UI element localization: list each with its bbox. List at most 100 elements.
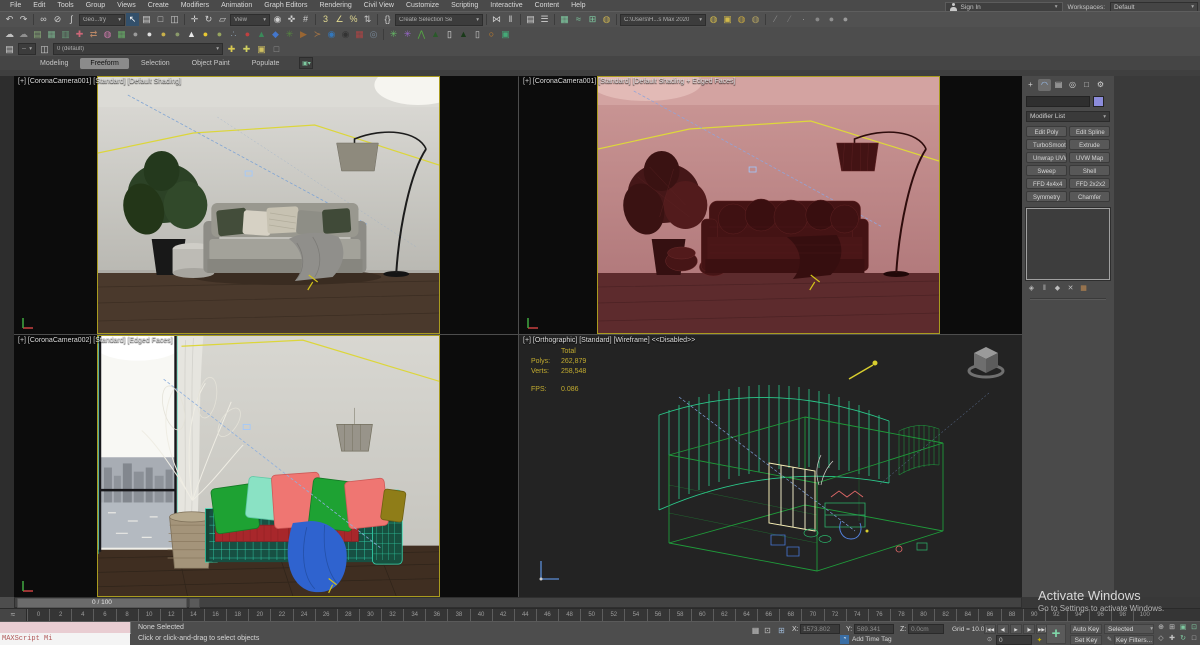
select-objects-in-layer-icon[interactable]: ▣ xyxy=(255,43,268,56)
time-tag-icon[interactable]: ◔ xyxy=(840,635,849,644)
flower-object-icon[interactable]: ✳ xyxy=(401,28,414,41)
zoom-all-icon[interactable]: ⊞ xyxy=(1167,623,1177,633)
spruce-object-icon[interactable]: ▲ xyxy=(457,28,470,41)
modify-tab-icon[interactable]: ◠ xyxy=(1038,79,1051,91)
swap-object-icon[interactable]: ⇄ xyxy=(87,28,100,41)
modifier-button-unwrap-uvw[interactable]: Unwrap UVW xyxy=(1026,152,1067,163)
modifier-button-extrude[interactable]: Extrude xyxy=(1069,139,1110,150)
layer-explorer-toggle-icon[interactable]: ☰ xyxy=(538,13,551,26)
modifier-button-turbosmooth[interactable]: TurboSmooth xyxy=(1026,139,1067,150)
sun-object-icon[interactable]: ● xyxy=(199,28,212,41)
utilities-tab-icon[interactable]: ⚙ xyxy=(1094,79,1107,91)
viewport-label[interactable]: [+] [CoronaCamera001] [Standard] [Defaul… xyxy=(523,78,735,85)
add-time-tag-label[interactable]: Add Time Tag xyxy=(852,636,892,643)
viewcube-icon[interactable] xyxy=(964,341,1008,381)
display-tab-icon[interactable]: □ xyxy=(1080,79,1093,91)
modifier-button-symmetry[interactable]: Symmetry xyxy=(1026,191,1067,202)
modifier-button-edit-poly[interactable]: Edit Poly xyxy=(1026,126,1067,137)
viewport-top-right[interactable]: [+] [CoronaCamera001] [Standard] [Defaul… xyxy=(519,76,1022,334)
ribbon-tab-freeform[interactable]: Freeform xyxy=(80,57,129,69)
render-flyout-disabled-icon[interactable]: ⁄ xyxy=(769,13,782,26)
motion-tab-icon[interactable]: ◎ xyxy=(1066,79,1079,91)
maximize-viewport-toggle-icon[interactable]: □ xyxy=(1189,634,1199,644)
object-name-field[interactable] xyxy=(1026,96,1090,107)
maxscript-mini-listener[interactable]: MAXScript Mi xyxy=(0,633,130,645)
select-and-link-icon[interactable]: ∞ xyxy=(37,13,50,26)
bind-to-space-warp-icon[interactable]: ∫ xyxy=(65,13,78,26)
modifier-button-uvw-map[interactable]: UVW Map xyxy=(1069,152,1110,163)
viewport-top-left[interactable]: [+] [CoronaCamera001] [Standard] [Defaul… xyxy=(14,76,518,334)
viewport-label[interactable]: [+] [CoronaCamera002] [Standard] [Edged … xyxy=(18,337,173,344)
ribbon-overflow-icon[interactable]: ▣▾ xyxy=(299,57,314,69)
viewport-label[interactable]: [+] [CoronaCamera001] [Standard] [Defaul… xyxy=(18,78,181,85)
field-of-view-icon[interactable]: ◇ xyxy=(1156,634,1166,644)
x-coordinate-field[interactable]: 1573.802 xyxy=(800,624,840,634)
bulb-object-icon[interactable]: ✳ xyxy=(387,28,400,41)
selection-lock-icon[interactable]: ⊡ xyxy=(762,625,773,636)
key-icon[interactable]: ✦ xyxy=(1034,635,1045,645)
set-keys-button[interactable]: + xyxy=(1046,624,1066,644)
curve-editor-icon[interactable]: ≈ xyxy=(572,13,585,26)
render-sphere-small-icon[interactable]: ● xyxy=(811,13,824,26)
ribbon-toggle-icon[interactable]: ▦ xyxy=(558,13,571,26)
menu-item-rendering[interactable]: Rendering xyxy=(313,2,357,9)
layer-visibility-icon[interactable]: ◫ xyxy=(38,43,51,56)
time-slider-handle[interactable]: 0 / 100 xyxy=(17,597,187,608)
render-setup-icon[interactable]: ◍ xyxy=(707,13,720,26)
menu-item-content[interactable]: Content xyxy=(529,2,566,9)
configure-modifier-sets-icon[interactable]: ▦ xyxy=(1078,283,1089,294)
key-selection-dropdown[interactable]: Selected ▾ xyxy=(1104,624,1154,634)
leaf-object-icon[interactable]: ✳ xyxy=(283,28,296,41)
track-bar[interactable]: ≈ 0 2 4 6 8 10 12 14 16 18 20 22 24 26 28 30 32 34 36 38 40 4… xyxy=(0,608,1200,621)
tiles-object-icon[interactable]: ▦ xyxy=(115,28,128,41)
cloud-object-icon[interactable]: ☁ xyxy=(3,28,16,41)
menu-item-civil-view[interactable]: Civil View xyxy=(358,2,400,9)
menu-item-animation[interactable]: Animation xyxy=(215,2,258,9)
pan-icon[interactable]: ✚ xyxy=(1167,634,1177,644)
snaps-toggle-icon[interactable]: 3 xyxy=(319,13,332,26)
building-object-icon[interactable]: ▦ xyxy=(353,28,366,41)
screen-object-icon[interactable]: ▣ xyxy=(499,28,512,41)
panel-object-icon[interactable]: ▦ xyxy=(45,28,58,41)
select-object-icon[interactable]: ↖ xyxy=(126,13,139,26)
modifier-button-sweep[interactable]: Sweep xyxy=(1026,165,1067,176)
viewport-label[interactable]: [+] [Orthographic] [Standard] [Wireframe… xyxy=(523,337,695,344)
layer-mini-dropdown[interactable]: —▾ xyxy=(18,43,36,55)
sphere-olive-object-icon[interactable]: ● xyxy=(171,28,184,41)
ribbon-tab-modeling[interactable]: Modeling xyxy=(30,58,78,69)
remove-modifier-icon[interactable]: ✕ xyxy=(1065,283,1076,294)
scene-explorer-toggle-icon[interactable]: ▤ xyxy=(524,13,537,26)
render-dot-icon[interactable]: · xyxy=(797,13,810,26)
unlink-selection-icon[interactable]: ⊘ xyxy=(51,13,64,26)
key-mode-toggle-icon[interactable]: ⊙ xyxy=(984,635,995,645)
rectangular-selection-region-icon[interactable]: □ xyxy=(154,13,167,26)
render-production-icon[interactable]: ◍ xyxy=(735,13,748,26)
play-button[interactable]: ▶ xyxy=(1010,624,1022,634)
menu-item-views[interactable]: Views xyxy=(111,2,142,9)
cone-object-icon[interactable]: ▲ xyxy=(185,28,198,41)
show-end-result-icon[interactable]: ‖ xyxy=(1039,283,1050,294)
menu-item-interactive[interactable]: Interactive xyxy=(484,2,528,9)
menu-item-modifiers[interactable]: Modifiers xyxy=(175,2,215,9)
undo-icon[interactable]: ↶ xyxy=(3,13,16,26)
redo-icon[interactable]: ↷ xyxy=(17,13,30,26)
select-by-name-icon[interactable]: ▤ xyxy=(140,13,153,26)
schematic-view-icon[interactable]: ⊞ xyxy=(586,13,599,26)
current-frame-field[interactable]: 0 xyxy=(996,635,1032,645)
viewport-bottom-right[interactable]: [+] [Orthographic] [Standard] [Wireframe… xyxy=(519,335,1022,597)
picker-blue-object-icon[interactable]: ◉ xyxy=(325,28,338,41)
render-sphere-large-icon[interactable]: ● xyxy=(839,13,852,26)
create-tab-icon[interactable]: + xyxy=(1024,79,1037,91)
set-current-layer-icon[interactable]: □ xyxy=(270,43,283,56)
current-layer-dropdown[interactable]: 0 (default) ▾ xyxy=(53,43,223,55)
pin-stack-icon[interactable]: ◈ xyxy=(1026,283,1037,294)
select-and-rotate-icon[interactable]: ↻ xyxy=(202,13,215,26)
ribbon-tab-populate[interactable]: Populate xyxy=(242,58,290,69)
reference-coordinate-dropdown[interactable]: View ▾ xyxy=(230,13,270,26)
create-layer-icon[interactable]: ✚ xyxy=(225,43,238,56)
menu-item-create[interactable]: Create xyxy=(142,2,175,9)
tree-object-icon[interactable]: ▲ xyxy=(429,28,442,41)
select-and-scale-icon[interactable]: ▱ xyxy=(216,13,229,26)
previous-frame-button[interactable]: ◀| xyxy=(997,624,1009,634)
select-and-manipulate-icon[interactable]: ✜ xyxy=(285,13,298,26)
